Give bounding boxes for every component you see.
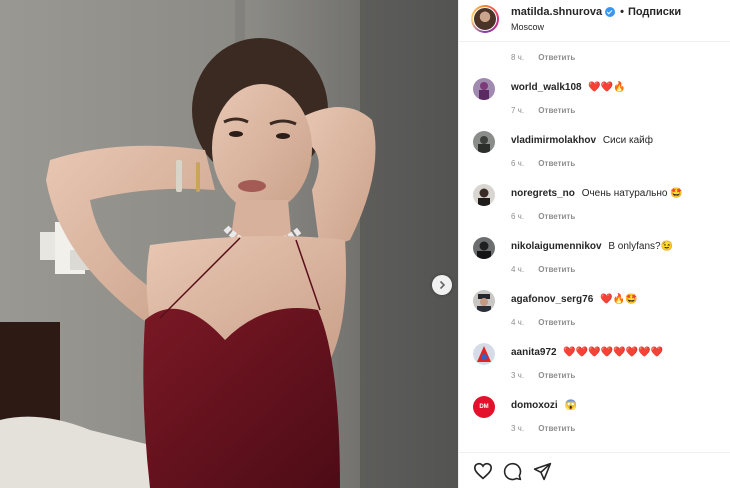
comment-item: world_walk108 ❤️❤️🔥 7 ч. Ответить [459, 78, 730, 131]
comment-line: world_walk108 ❤️❤️🔥 [511, 82, 626, 93]
post-photo[interactable] [0, 0, 458, 488]
post-location[interactable]: Moscow [511, 22, 544, 32]
comment-text: В onlyfans?😉 [608, 241, 674, 252]
comment-line: domoxozi 😱 [511, 400, 577, 411]
comment-line: agafonov_serg76 ❤️🔥🤩 [511, 294, 637, 305]
comment-line: vladimirmolakhov Сиси кайф [511, 135, 653, 146]
commenter-avatar[interactable] [473, 78, 495, 100]
post-header: matilda.shnurova • Подписки Moscow [459, 0, 730, 42]
comment-time: 3 ч. [511, 371, 525, 380]
comment-item: noregrets_no Очень натурально 🤩 6 ч. Отв… [459, 184, 730, 237]
comment-time: 4 ч. [511, 318, 525, 327]
avatar-logo-text: DM [479, 404, 489, 410]
comment-time: 7 ч. [511, 106, 525, 115]
comment-icon[interactable] [503, 462, 522, 481]
author-avatar[interactable] [471, 5, 499, 33]
reply-button[interactable]: Ответить [538, 424, 575, 433]
author-username[interactable]: matilda.shnurova [511, 6, 602, 18]
comment-time: 8 ч. [511, 53, 525, 62]
reply-button[interactable]: Ответить [538, 106, 575, 115]
comment-text: ❤️❤️🔥 [588, 82, 626, 93]
reply-button[interactable]: Ответить [538, 53, 575, 62]
comment-line: nikolaigumennikov В onlyfans?😉 [511, 241, 673, 252]
next-photo-button[interactable] [432, 275, 452, 295]
comment-item: vladimirmolakhov Сиси кайф 6 ч. Ответить [459, 131, 730, 184]
comment-meta: 7 ч. Ответить [511, 106, 575, 115]
commenter-avatar[interactable]: DM [473, 396, 495, 418]
comment-line: aanita972 ❤️❤️❤️❤️❤️❤️❤️❤️ [511, 347, 663, 358]
comment-time: 4 ч. [511, 265, 525, 274]
commenter-username[interactable]: nikolaigumennikov [511, 241, 602, 252]
comment-meta: 3 ч. Ответить [511, 371, 575, 380]
comment-item: DM domoxozi 😱 3 ч. Ответить [459, 396, 730, 449]
post-image [0, 0, 458, 488]
following-button[interactable]: Подписки [628, 6, 681, 18]
reply-button[interactable]: Ответить [538, 371, 575, 380]
comment-text: ❤️❤️❤️❤️❤️❤️❤️❤️ [563, 347, 663, 358]
chevron-right-icon [439, 280, 446, 290]
comment-time: 6 ч. [511, 212, 525, 221]
author-line: matilda.shnurova • Подписки [511, 6, 681, 18]
commenter-avatar[interactable] [473, 343, 495, 365]
comment-text: ❤️🔥🤩 [600, 294, 638, 305]
comment-item: aanita972 ❤️❤️❤️❤️❤️❤️❤️❤️ 3 ч. Ответить [459, 343, 730, 396]
reply-button[interactable]: Ответить [538, 318, 575, 327]
header-separator: • [620, 6, 624, 18]
comment-text: 😱 [564, 400, 577, 411]
reply-button[interactable]: Ответить [538, 159, 575, 168]
reply-button[interactable]: Ответить [538, 212, 575, 221]
commenter-username[interactable]: agafonov_serg76 [511, 294, 593, 305]
comment-text: Очень натурально 🤩 [581, 188, 683, 199]
comment-time: 3 ч. [511, 424, 525, 433]
verified-badge-icon [605, 7, 616, 17]
comment-meta: 4 ч. Ответить [511, 265, 575, 274]
commenter-username[interactable]: domoxozi [511, 400, 558, 411]
comment-line: noregrets_no Очень натурально 🤩 [511, 188, 683, 199]
comment-time: 6 ч. [511, 159, 525, 168]
commenter-avatar[interactable] [473, 290, 495, 312]
commenter-avatar[interactable] [473, 131, 495, 153]
commenter-username[interactable]: aanita972 [511, 347, 557, 358]
comment-meta: 6 ч. Ответить [511, 159, 575, 168]
post-action-bar [459, 452, 730, 488]
commenter-username[interactable]: vladimirmolakhov [511, 135, 596, 146]
commenter-avatar[interactable] [473, 184, 495, 206]
comment-meta: 6 ч. Ответить [511, 212, 575, 221]
comment-meta: 3 ч. Ответить [511, 424, 575, 433]
post-sidebar: matilda.shnurova • Подписки Moscow 8 ч. … [458, 0, 730, 488]
share-icon[interactable] [533, 462, 552, 481]
commenter-username[interactable]: world_walk108 [511, 82, 582, 93]
comment-meta: 4 ч. Ответить [511, 318, 575, 327]
comment-text: Сиси кайф [602, 135, 653, 146]
reply-button[interactable]: Ответить [538, 265, 575, 274]
heart-icon[interactable] [473, 462, 493, 480]
comment-meta: 8 ч. Ответить [511, 53, 575, 62]
comment-item: agafonov_serg76 ❤️🔥🤩 4 ч. Ответить [459, 290, 730, 343]
comment-item: nikolaigumennikov В onlyfans?😉 4 ч. Отве… [459, 237, 730, 290]
commenter-username[interactable]: noregrets_no [511, 188, 575, 199]
commenter-avatar[interactable] [473, 237, 495, 259]
